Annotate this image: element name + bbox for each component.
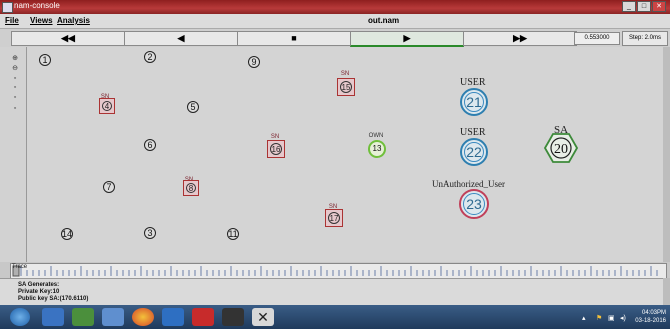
sa-hexagon-icon[interactable]: 20 bbox=[544, 133, 578, 163]
node-2[interactable]: 2 bbox=[144, 51, 156, 63]
rewind-button[interactable]: ◀◀ bbox=[11, 31, 125, 46]
node-21[interactable]: 21 bbox=[460, 88, 488, 116]
node-14[interactable]: 14 bbox=[61, 228, 73, 240]
info-line-3: Public key SA:(170.6110) bbox=[18, 296, 89, 302]
node-23[interactable]: 23 bbox=[459, 189, 489, 219]
window-controls: _ □ ✕ bbox=[622, 1, 666, 12]
play-button[interactable]: ▶ bbox=[350, 31, 464, 47]
vertical-scrollbar[interactable] bbox=[663, 47, 670, 262]
timeline-label: Trace bbox=[12, 264, 28, 270]
menu-analysis[interactable]: Analysis bbox=[57, 16, 90, 25]
x-window-icon[interactable]: ✕ bbox=[252, 308, 274, 326]
zoom-out-icon[interactable]: ⊖ bbox=[11, 65, 19, 72]
node-15[interactable]: 15 bbox=[337, 78, 355, 96]
node-4[interactable]: 4 bbox=[99, 98, 115, 114]
zoom-in-icon[interactable]: ⊕ bbox=[11, 55, 19, 62]
timeline-ticks bbox=[12, 265, 658, 277]
taskbar: ✕ ▴ ⚑ ▣ ◂) 04:03PM 03-18-2016 bbox=[0, 305, 670, 329]
node-16-label: 16 bbox=[270, 143, 282, 155]
node-5[interactable]: 5 bbox=[187, 101, 199, 113]
menu-views[interactable]: Views bbox=[30, 16, 53, 25]
clock-time: 04:03PM bbox=[641, 310, 666, 316]
app-icon-3[interactable] bbox=[102, 308, 124, 326]
node-4-label: 4 bbox=[102, 101, 112, 111]
label-icon[interactable]: ▫ bbox=[11, 105, 19, 112]
flag-icon[interactable]: ⚑ bbox=[596, 314, 602, 322]
time-display: 0.553000 bbox=[574, 32, 620, 45]
node-16[interactable]: 16 bbox=[267, 140, 285, 158]
fast-forward-button[interactable]: ▶▶ bbox=[463, 31, 577, 46]
node-17-label: 17 bbox=[328, 212, 340, 224]
clock-date: 03-18-2016 bbox=[635, 318, 666, 324]
node-15-label: 15 bbox=[340, 81, 352, 93]
info-line-2: Private Key:10 bbox=[18, 289, 60, 295]
volume-icon[interactable]: ◂) bbox=[620, 314, 626, 322]
step-back-button[interactable]: ◀ bbox=[124, 31, 238, 46]
window-title: nam-console bbox=[14, 1, 60, 10]
maximize-button[interactable]: □ bbox=[637, 1, 651, 12]
info-scrollbar[interactable] bbox=[663, 278, 670, 305]
timeline-slider[interactable] bbox=[10, 263, 667, 279]
node-13[interactable]: 13 bbox=[368, 140, 386, 158]
explorer-icon[interactable] bbox=[42, 308, 64, 326]
node-6[interactable]: 6 bbox=[144, 139, 156, 151]
node-8[interactable]: 8 bbox=[183, 180, 199, 196]
info-line-1: SA Generates: bbox=[18, 282, 60, 288]
info-panel: SA Generates: Private Key:10 Public key … bbox=[0, 278, 670, 306]
step-size-button[interactable]: Step: 2.0ms bbox=[622, 31, 668, 46]
node-1[interactable]: 1 bbox=[39, 54, 51, 66]
select-icon[interactable]: ▫ bbox=[11, 84, 19, 91]
node-20-label: 20 bbox=[554, 142, 568, 157]
node-3[interactable]: 3 bbox=[144, 227, 156, 239]
app-icon-2[interactable] bbox=[72, 308, 94, 326]
tray-arrow-icon[interactable]: ▴ bbox=[582, 314, 586, 322]
app-icon bbox=[2, 2, 13, 13]
node-7[interactable]: 7 bbox=[103, 181, 115, 193]
node-9[interactable]: 9 bbox=[248, 56, 260, 68]
pdf-icon[interactable] bbox=[192, 308, 214, 326]
unauthorized-user-label: UnAuthorized_User bbox=[432, 179, 505, 189]
file-title: out.nam bbox=[368, 16, 400, 25]
stop-button[interactable]: ■ bbox=[237, 31, 351, 46]
playback-controls: ◀◀ ◀ ■ ▶ ▶▶ 0.553000 Step: 2.0ms bbox=[0, 29, 670, 48]
edit-icon[interactable]: ▫ bbox=[11, 94, 19, 101]
node-8-label: 8 bbox=[186, 183, 196, 193]
terminal-icon[interactable] bbox=[222, 308, 244, 326]
node-11[interactable]: 11 bbox=[227, 228, 239, 240]
user-label-21: USER bbox=[460, 77, 486, 88]
start-button-icon[interactable] bbox=[10, 308, 30, 326]
app-icon-5[interactable] bbox=[162, 308, 184, 326]
side-toolbar: ⊕ ⊖ ▫ ▫ ▫ ▫ bbox=[0, 47, 27, 262]
menu-file[interactable]: File bbox=[5, 16, 19, 25]
title-bar: nam-console _ □ ✕ bbox=[0, 0, 670, 14]
own-label: OWN bbox=[368, 133, 384, 139]
user-label-22: USER bbox=[460, 127, 486, 138]
node-17[interactable]: 17 bbox=[325, 209, 343, 227]
clock[interactable]: 04:03PM 03-18-2016 bbox=[635, 309, 666, 325]
minimize-button[interactable]: _ bbox=[622, 1, 636, 12]
node-22[interactable]: 22 bbox=[460, 138, 488, 166]
menu-bar: File Views Analysis out.nam bbox=[0, 14, 670, 29]
network-canvas[interactable]: 1 2 9 5 6 7 14 3 11 SN 4 SN 15 SN 16 SN … bbox=[27, 47, 665, 262]
network-icon[interactable]: ▣ bbox=[608, 314, 615, 322]
chrome-icon[interactable] bbox=[132, 308, 154, 326]
pan-icon[interactable]: ▫ bbox=[11, 75, 19, 82]
close-button[interactable]: ✕ bbox=[652, 1, 666, 12]
sn-label-15: SN bbox=[340, 71, 350, 77]
